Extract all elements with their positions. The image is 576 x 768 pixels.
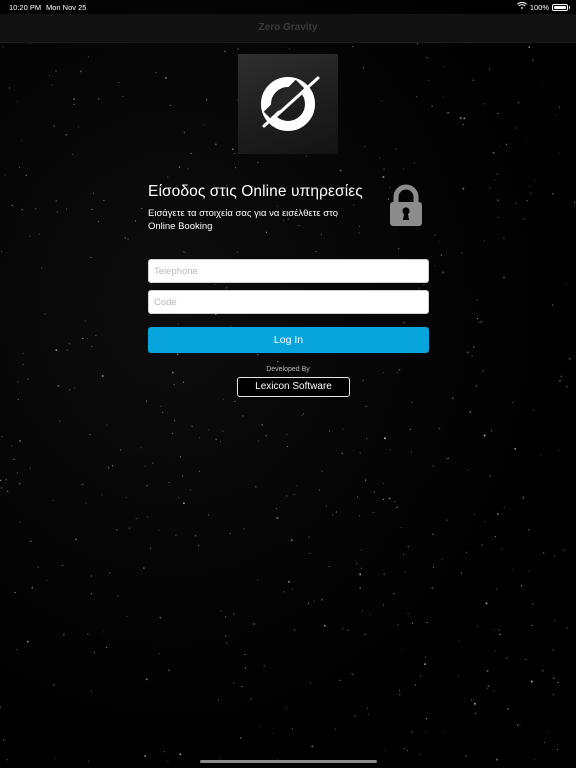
login-title: Είσοδος στις Online υπηρεσίες — [148, 183, 363, 200]
lock-icon — [388, 184, 424, 228]
nav-title: Zero Gravity — [258, 22, 318, 33]
wifi-icon — [516, 1, 527, 12]
status-date: Mon Nov 25 — [46, 3, 87, 12]
developer-link-button[interactable]: Lexicon Software — [237, 377, 350, 397]
telephone-input[interactable] — [148, 259, 429, 283]
login-screen: 10:20 PM Mon Nov 25 100% Zero Gravity Εί… — [0, 0, 576, 768]
login-button[interactable]: Log In — [148, 327, 429, 353]
login-subtitle: Εισάγετε τα στοιχεία σας για να εισέλθετ… — [148, 208, 339, 232]
status-bar: 10:20 PM Mon Nov 25 100% — [0, 0, 576, 14]
navigation-bar: Zero Gravity — [0, 14, 576, 43]
zero-gravity-logo-icon — [261, 76, 320, 131]
status-right: 100% — [516, 1, 570, 12]
developed-by-label: Developed By — [266, 366, 310, 373]
app-logo — [238, 54, 338, 154]
battery-full-icon — [552, 3, 570, 11]
status-time: 10:20 PM — [9, 3, 42, 12]
code-input[interactable] — [148, 290, 429, 314]
battery-percent: 100% — [529, 2, 549, 12]
home-indicator[interactable] — [200, 760, 377, 763]
